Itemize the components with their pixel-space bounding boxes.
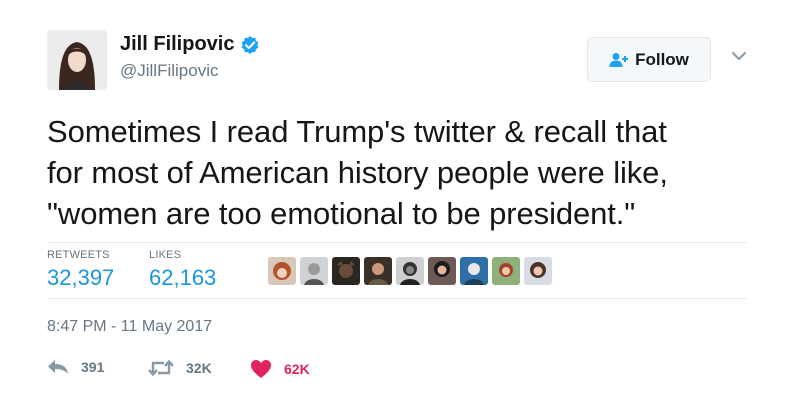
author-handle[interactable]: @JillFilipovic [120,61,219,81]
liker-avatars [268,257,552,285]
follow-button[interactable]: Follow [587,37,711,82]
reply-button[interactable]: 391 [47,359,104,375]
author-name[interactable]: Jill Filipovic [120,33,234,56]
chevron-down-icon[interactable] [731,50,747,62]
tweet-text-line: "women are too emotional to be president… [47,196,636,231]
stats-divider-top [47,242,747,243]
like-count: 62K [284,361,310,377]
likes-count[interactable]: 62,163 [149,265,216,291]
liker-avatar[interactable] [300,257,328,285]
retweets-count[interactable]: 32,397 [47,265,114,291]
reply-count: 391 [81,359,105,375]
liker-avatar[interactable] [524,257,552,285]
liker-avatar[interactable] [492,257,520,285]
liker-avatar[interactable] [364,257,392,285]
retweets-label: RETWEETS [47,249,110,261]
likes-label: LIKES [149,249,182,261]
author-name-row[interactable]: Jill Filipovic [120,33,260,56]
author-avatar[interactable] [47,30,107,90]
follow-button-label: Follow [635,49,689,69]
tweet-text-line: Sometimes I read Trump's twitter & recal… [47,114,667,149]
tweet-timestamp[interactable]: 8:47 PM - 11 May 2017 [47,318,212,336]
reply-icon [48,360,68,374]
stats-divider-bottom [47,298,747,299]
retweet-button[interactable]: 32K [148,359,212,377]
like-button[interactable]: 62K [250,359,310,379]
tweet-text: Sometimes I read Trump's twitter & recal… [47,111,767,234]
heart-icon [251,360,271,378]
tweet-text-line: for most of American history people were… [47,155,668,190]
likes-stat[interactable]: LIKES 62,163 [149,249,216,291]
liker-avatar[interactable] [396,257,424,285]
liker-avatar[interactable] [332,257,360,285]
verified-badge-icon [242,35,259,54]
liker-avatar[interactable] [428,257,456,285]
retweet-icon [148,359,174,377]
retweets-stat[interactable]: RETWEETS 32,397 [47,249,114,291]
retweet-count: 32K [186,360,212,376]
add-user-icon [609,52,629,67]
liker-avatar[interactable] [268,257,296,285]
liker-avatar[interactable] [460,257,488,285]
